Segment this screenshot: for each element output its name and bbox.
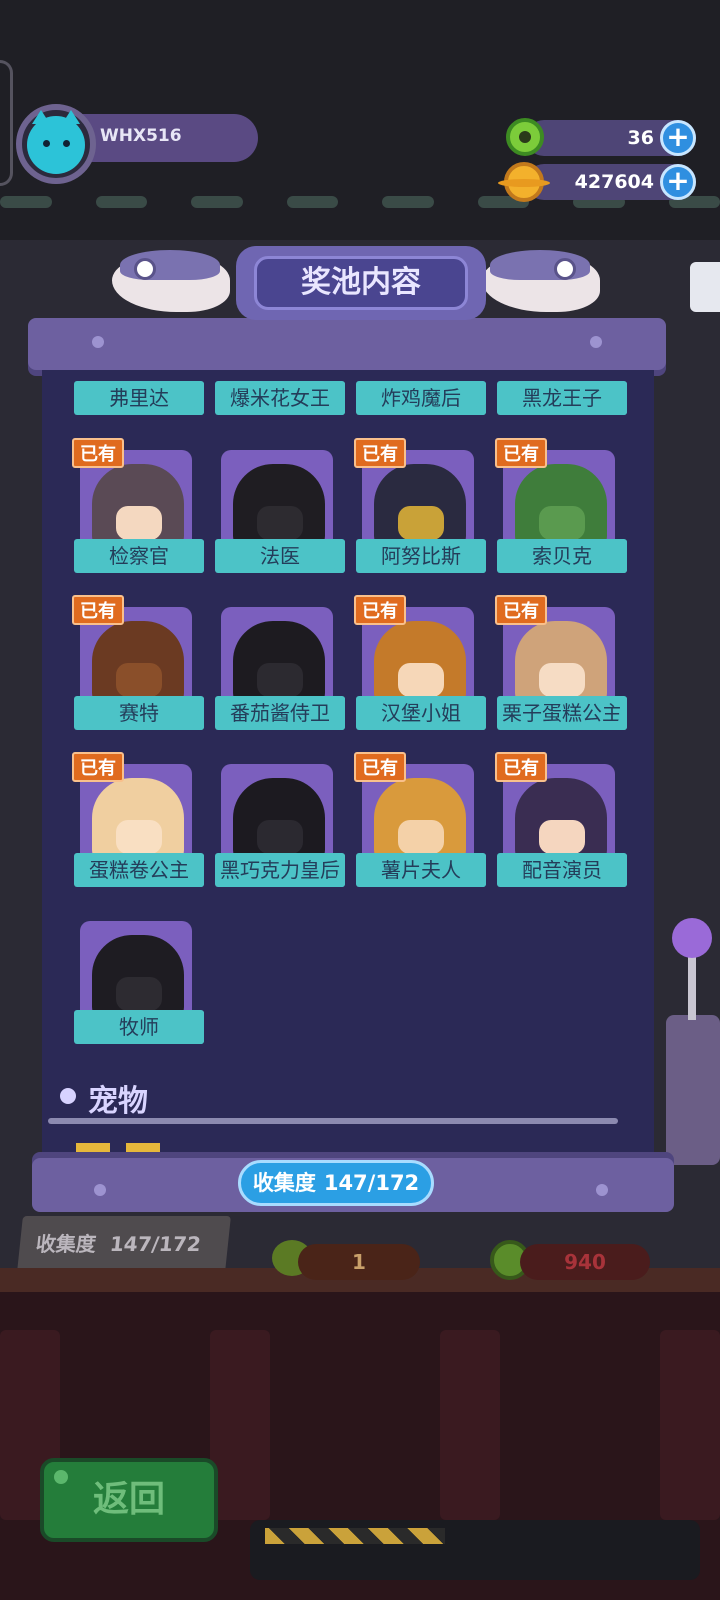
owned-badge: 已有 [72,752,124,782]
character-name: 配音演员 [497,853,627,887]
character-name: 弗里达 [74,381,204,415]
pet-card-peek [126,1143,160,1153]
character-portrait-icon [92,464,184,550]
character-portrait-icon [374,621,466,707]
section-divider [48,1118,618,1124]
owned-badge: 已有 [354,752,406,782]
background-count-1: 1 [298,1244,420,1280]
owned-badge: 已有 [72,595,124,625]
character-name: 牧师 [74,1010,204,1044]
owned-badge: 已有 [495,595,547,625]
character-portrait-icon [233,621,325,707]
character-portrait-icon [515,621,607,707]
curtain-right [660,1330,720,1520]
background-collection-label: 收集度 147/172 [17,1216,231,1272]
character-portrait-icon [92,778,184,864]
cat-avatar-icon[interactable] [27,110,85,174]
curtain-mid-2 [440,1330,500,1520]
character-card[interactable] [221,764,333,864]
character-name: 蛋糕卷公主 [74,853,204,887]
character-card[interactable] [80,921,192,1021]
owned-badge: 已有 [354,438,406,468]
character-name: 栗子蛋糕公主 [497,696,627,730]
character-portrait-icon [515,464,607,550]
owned-badge: 已有 [495,752,547,782]
add-gems-button[interactable]: + [660,120,696,156]
lever-stick [688,950,696,1020]
coin-count: 427604 [574,171,654,193]
character-name: 炸鸡魔后 [356,381,486,415]
character-portrait-icon [374,464,466,550]
character-name: 法医 [215,539,345,573]
add-coins-button[interactable]: + [660,164,696,200]
lever-knob-icon [672,918,712,958]
character-name: 阿努比斯 [356,539,486,573]
fish-decoration-icon [112,244,230,316]
fish-decoration-icon [482,244,600,316]
panel-header [28,318,666,370]
character-name: 薯片夫人 [356,853,486,887]
owned-badge: 已有 [72,438,124,468]
character-name: 爆米花女王 [215,381,345,415]
section-bullet-icon [60,1088,76,1104]
character-name: 汉堡小姐 [356,696,486,730]
scene-frame [0,60,13,186]
gold-planet-coin-icon [498,162,550,202]
character-card[interactable] [221,607,333,707]
character-name: 赛特 [74,696,204,730]
pet-card-peek [76,1143,110,1153]
character-portrait-icon [374,778,466,864]
character-portrait-icon [233,464,325,550]
pets-section-title: 宠物 [88,1084,148,1119]
character-name: 索贝克 [497,539,627,573]
character-portrait-icon [92,935,184,1021]
back-button[interactable]: 返回 [40,1458,218,1542]
character-name: 番茄酱侍卫 [215,696,345,730]
character-name: 黑巧克力皇后 [215,853,345,887]
panel-title: 奖池内容 [301,265,421,300]
curtain-mid [210,1330,270,1520]
collection-progress-badge: 收集度 147/172 [238,1160,434,1206]
owned-badge: 已有 [495,438,547,468]
character-card[interactable] [221,450,333,550]
hazard-stripe [265,1528,445,1544]
side-clip-icon[interactable] [690,262,720,312]
character-portrait-icon [515,778,607,864]
background-count-2: 940 [520,1244,650,1280]
character-portrait-icon [233,778,325,864]
username: WHX516 [100,126,182,146]
character-name: 黑龙王子 [497,381,627,415]
character-portrait-icon [92,621,184,707]
owned-badge: 已有 [354,595,406,625]
green-donut-icon [506,118,544,156]
character-name: 检察官 [74,539,204,573]
gem-count: 36 [627,127,654,149]
lever-base [666,1015,720,1165]
